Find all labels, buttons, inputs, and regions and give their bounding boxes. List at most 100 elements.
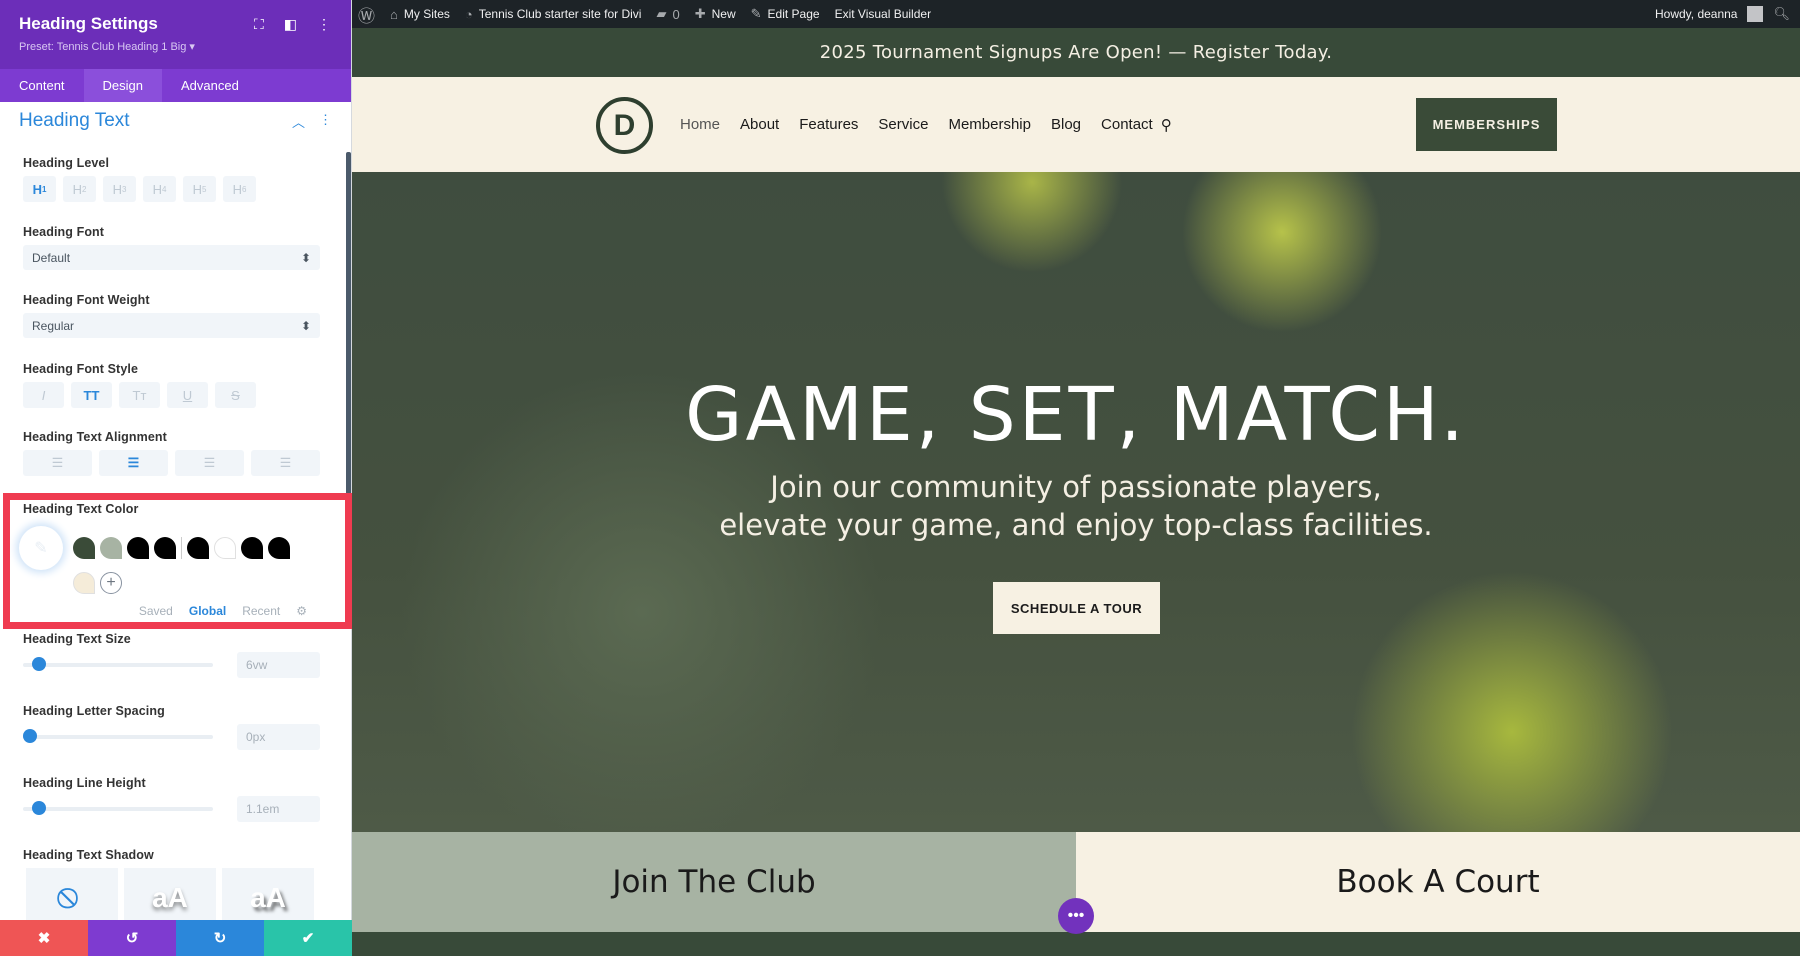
tab-content[interactable]: Content: [0, 69, 84, 102]
nav-about[interactable]: About: [740, 116, 779, 133]
search-icon[interactable]: 🔍︎: [1773, 6, 1790, 22]
nav-membership[interactable]: Membership: [948, 116, 1031, 133]
letter-spacing-slider[interactable]: [23, 729, 213, 743]
nav-home[interactable]: Home: [680, 116, 720, 133]
comment-icon: ▰: [656, 6, 667, 21]
shadow-preset-2[interactable]: aA: [222, 868, 314, 920]
hero-line-1: Join our community of passionate players…: [770, 470, 1382, 504]
h1-button[interactable]: H1: [23, 176, 56, 202]
book-court-cta[interactable]: Book A Court: [1076, 832, 1800, 932]
heading-font-value: Default: [32, 250, 71, 265]
heading-text-alignment-label: Heading Text Alignment: [23, 430, 167, 444]
section-header[interactable]: Heading Text ︿ ⋮: [0, 102, 351, 140]
join-club-cta[interactable]: Join The Club: [352, 832, 1076, 932]
heading-letter-spacing-field: Heading Letter Spacing 0px: [0, 704, 346, 750]
underline-button[interactable]: U: [167, 382, 208, 408]
memberships-button[interactable]: MEMBERSHIPS: [1416, 98, 1557, 151]
heading-text-shadow-label: Heading Text Shadow: [23, 848, 154, 862]
admin-bar: Ⓦ ⌂ My Sites ◔ Tennis Club starter site fo…: [352, 0, 1800, 28]
align-justify-button[interactable]: ☰: [251, 450, 320, 476]
fullscreen-icon[interactable]: ⛶: [254, 16, 264, 33]
my-sites-label: My Sites: [403, 7, 450, 21]
preset-dropdown[interactable]: Preset: Tennis Club Heading 1 Big ▾: [19, 40, 351, 53]
undo-button[interactable]: ↺: [88, 920, 176, 956]
exit-visual-builder-link[interactable]: Exit Visual Builder: [835, 7, 932, 21]
slider-handle[interactable]: [32, 657, 46, 671]
palette-tab-saved[interactable]: Saved: [139, 604, 173, 618]
wordpress-icon: Ⓦ: [358, 6, 375, 26]
hero-line-2: elevate your game, and enjoy top-class f…: [719, 508, 1433, 542]
text-size-slider[interactable]: [23, 657, 213, 671]
site-logo[interactable]: D: [596, 97, 653, 154]
heading-text-shadow-field: Heading Text Shadow ⃠ aA aA: [0, 848, 346, 920]
site-name-label: Tennis Club starter site for Divi: [478, 7, 642, 21]
user-greeting[interactable]: Howdy, deanna: [1655, 7, 1738, 21]
pencil-icon: ✎: [750, 6, 762, 21]
heading-text-alignment-field: Heading Text Alignment ☰ ☰ ☰ ☰: [0, 430, 346, 476]
section-menu-icon[interactable]: ⋮: [319, 112, 332, 131]
avatar[interactable]: [1747, 6, 1764, 22]
nav-service[interactable]: Service: [878, 116, 928, 133]
h6-button[interactable]: H6: [223, 176, 256, 202]
comments-link[interactable]: ▰ 0: [656, 6, 679, 22]
line-height-input[interactable]: 1.1em: [237, 796, 320, 822]
align-right-button[interactable]: ☰: [175, 450, 244, 476]
new-link[interactable]: ✚ New: [695, 6, 736, 22]
no-shadow-button[interactable]: ⃠: [26, 868, 118, 920]
strikethrough-button[interactable]: S: [215, 382, 256, 408]
builder-options-button[interactable]: •••: [1058, 898, 1094, 934]
search-icon[interactable]: ⚲: [1161, 116, 1172, 134]
panel-footer: ✖ ↺ ↻ ✔: [0, 920, 352, 956]
schedule-tour-button[interactable]: SCHEDULE A TOUR: [993, 582, 1160, 634]
heading-font-weight-value: Regular: [32, 318, 75, 333]
more-options-icon[interactable]: ⋮: [317, 16, 331, 33]
tab-advanced[interactable]: Advanced: [162, 69, 258, 102]
settings-panel: Heading Settings Preset: Tennis Club Hea…: [0, 0, 352, 956]
save-button[interactable]: ✔: [264, 920, 352, 956]
letter-spacing-input[interactable]: 0px: [237, 724, 320, 750]
slider-handle[interactable]: [32, 801, 46, 815]
palette-tab-recent[interactable]: Recent: [242, 604, 280, 618]
tab-design[interactable]: Design: [83, 69, 163, 102]
exit-builder-label: Exit Visual Builder: [834, 7, 932, 21]
section-title: Heading Text: [19, 110, 130, 131]
h2-button[interactable]: H2: [63, 176, 96, 202]
palette-tab-global[interactable]: Global: [189, 604, 226, 618]
nav-contact[interactable]: Contact: [1101, 116, 1153, 133]
chevron-up-icon[interactable]: ︿: [292, 112, 305, 131]
slider-handle[interactable]: [23, 729, 37, 743]
h5-button[interactable]: H5: [183, 176, 216, 202]
heading-font-weight-label: Heading Font Weight: [23, 293, 150, 307]
panel-header: Heading Settings Preset: Tennis Club Hea…: [0, 0, 351, 69]
edit-page-link[interactable]: ✎ Edit Page: [751, 6, 820, 22]
heading-text-size-field: Heading Text Size 6vw: [0, 632, 346, 678]
gear-icon[interactable]: ⚙: [296, 604, 307, 618]
align-left-button[interactable]: ☰: [23, 450, 92, 476]
highlight-box: Saved Global Recent ⚙: [3, 493, 352, 629]
select-arrows-icon: ⬍: [300, 318, 311, 333]
italic-button[interactable]: I: [23, 382, 64, 408]
my-sites-link[interactable]: ⌂ My Sites: [390, 7, 450, 22]
heading-font-weight-select[interactable]: Regular ⬍: [23, 313, 320, 338]
heading-line-height-label: Heading Line Height: [23, 776, 146, 790]
small-caps-button[interactable]: Tт: [119, 382, 160, 408]
line-height-slider[interactable]: [23, 801, 213, 815]
split-view-icon[interactable]: ◧: [284, 16, 297, 33]
nav-features[interactable]: Features: [799, 116, 858, 133]
redo-button[interactable]: ↻: [176, 920, 264, 956]
align-center-button[interactable]: ☰: [99, 450, 168, 476]
heading-font-label: Heading Font: [23, 225, 105, 239]
site-name-link[interactable]: ◔ Tennis Club starter site for Divi: [465, 7, 642, 22]
hero-section: GAME, SET, MATCH. Join our community of …: [352, 172, 1800, 832]
h4-button[interactable]: H4: [143, 176, 176, 202]
shadow-preset-1[interactable]: aA: [124, 868, 216, 920]
text-size-input[interactable]: 6vw: [237, 652, 320, 678]
h3-button[interactable]: H3: [103, 176, 136, 202]
heading-font-select[interactable]: Default ⬍: [23, 245, 320, 270]
uppercase-button[interactable]: TT: [71, 382, 112, 408]
nav-blog[interactable]: Blog: [1051, 116, 1081, 133]
cancel-button[interactable]: ✖: [0, 920, 88, 956]
wordpress-logo[interactable]: Ⓦ: [358, 2, 375, 27]
heading-font-weight-field: Heading Font Weight Regular ⬍: [0, 293, 346, 338]
heading-font-field: Heading Font Default ⬍: [0, 225, 346, 270]
